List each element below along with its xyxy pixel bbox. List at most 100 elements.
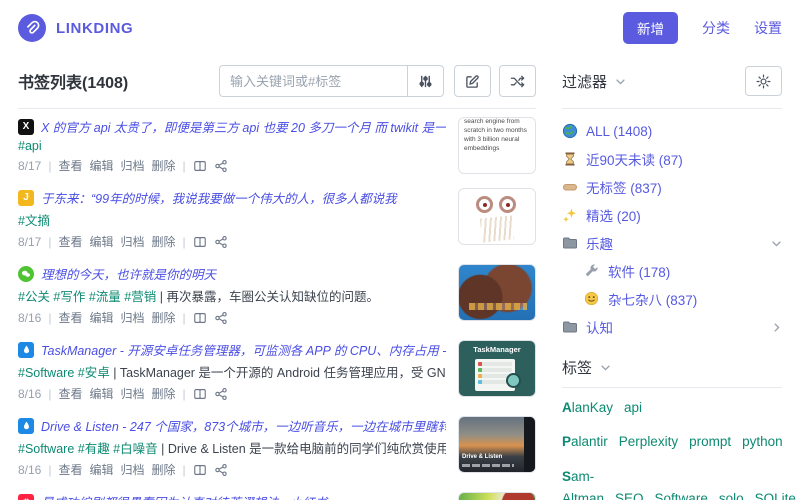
archive-link[interactable]: 归档: [121, 461, 145, 478]
archive-link[interactable]: 归档: [121, 385, 145, 402]
tag-link[interactable]: Sam-Altman: [562, 469, 604, 500]
delete-link[interactable]: 删除: [152, 385, 176, 402]
bookmark-tags[interactable]: #文摘: [18, 214, 50, 228]
brand-name: LINKDING: [56, 19, 134, 37]
tag-link[interactable]: Software: [655, 491, 708, 500]
tag-link[interactable]: SEO: [615, 491, 644, 500]
search-input[interactable]: [219, 65, 407, 97]
tag-link[interactable]: Perplexity: [619, 434, 678, 449]
wrench-icon: [584, 263, 600, 279]
edit-link[interactable]: 编辑: [90, 309, 114, 326]
page-title: 书签列表(1408): [18, 75, 129, 92]
edit-link[interactable]: 编辑: [90, 233, 114, 250]
bookmark-thumbnail[interactable]: [458, 264, 536, 321]
bulk-edit-button[interactable]: [454, 65, 491, 97]
no-tag-icon: [562, 179, 578, 195]
x-favicon: X: [18, 118, 34, 135]
tag-link[interactable]: Palantir: [562, 434, 608, 449]
bookmark-thumbnail[interactable]: search engine from scratch in two months…: [458, 117, 536, 174]
bookmark-thumbnail[interactable]: [458, 492, 536, 500]
bookmark-title-link[interactable]: 理想的今天，也许就是你的明天: [41, 264, 446, 283]
bookmark-tags[interactable]: #Software #有趣 #白噪音: [18, 442, 158, 456]
bookmark-item: X X 的官方 api 太贵了，即便是第三方 api 也要 20 多刀一个月 而…: [18, 109, 536, 180]
archive-link[interactable]: 归档: [121, 157, 145, 174]
chevron-down-icon[interactable]: [600, 362, 611, 373]
delete-link[interactable]: 删除: [152, 233, 176, 250]
nav-settings[interactable]: 设置: [754, 18, 782, 38]
bookmark-title-link[interactable]: Drive & Listen - 247 个国家，873个城市，一边听音乐，一边…: [41, 416, 446, 435]
view-link[interactable]: 查看: [58, 385, 82, 402]
linkding-logo[interactable]: LINKDING: [18, 14, 133, 42]
xiaohongshu-favicon: 书: [18, 493, 34, 500]
view-link[interactable]: 查看: [58, 233, 82, 250]
share-icon[interactable]: [214, 235, 228, 249]
bookmark-list: X X 的官方 api 太贵了，即便是第三方 api 也要 20 多刀一个月 而…: [18, 109, 536, 500]
tag-link[interactable]: prompt: [689, 434, 731, 449]
bookmark-title-link[interactable]: 最成功编剧都很愚蠢因为认真对待荒谬想法 - 小红书: [41, 492, 446, 500]
filter-folder-software[interactable]: 软件 (178): [562, 257, 782, 285]
random-shuffle-button[interactable]: [499, 65, 536, 97]
reader-view-icon[interactable]: [193, 387, 207, 401]
site-favicon: J: [18, 189, 34, 206]
archive-link[interactable]: 归档: [121, 233, 145, 250]
share-icon[interactable]: [214, 463, 228, 477]
add-bookmark-button[interactable]: 新增: [623, 12, 678, 44]
tag-group: AlanKay api: [562, 397, 782, 419]
tag-link[interactable]: SQLite: [755, 491, 796, 500]
reader-view-icon[interactable]: [193, 235, 207, 249]
filter-folder-fun[interactable]: 乐趣: [562, 229, 782, 257]
tag-link[interactable]: AlanKay: [562, 400, 613, 415]
filter-folder-misc[interactable]: 杂七杂八 (837): [562, 285, 782, 313]
bookmark-title-link[interactable]: 于东来：“99年的时候，我说我要做一个伟大的人，很多人都说我: [41, 188, 446, 207]
share-icon[interactable]: [214, 387, 228, 401]
filter-unread-90d[interactable]: 近90天未读 (87): [562, 145, 782, 173]
view-link[interactable]: 查看: [58, 461, 82, 478]
bookmark-date: 8/17: [18, 234, 42, 249]
delete-link[interactable]: 删除: [152, 309, 176, 326]
tag-link[interactable]: solo: [719, 491, 744, 500]
tag-link[interactable]: api: [624, 400, 642, 415]
tag-link[interactable]: python: [742, 434, 783, 449]
nav-bundles[interactable]: 分类: [702, 18, 730, 38]
chevron-down-icon[interactable]: [771, 238, 782, 249]
bookmark-tags[interactable]: #api: [18, 139, 42, 153]
search-options-button[interactable]: [407, 65, 444, 97]
filter-settings-button[interactable]: [745, 66, 782, 96]
bookmark-date: 8/17: [18, 158, 42, 173]
bookmark-description: | 再次暴露，车圈公关认知缺位的问题。: [159, 290, 379, 304]
filter-untagged[interactable]: 无标签 (837): [562, 173, 782, 201]
filters-title: 过滤器: [562, 73, 608, 91]
bookmark-thumbnail[interactable]: [458, 188, 536, 245]
chevron-right-icon[interactable]: [771, 322, 782, 333]
paperclip-logo-icon: [18, 14, 46, 42]
edit-link[interactable]: 编辑: [90, 461, 114, 478]
edit-link[interactable]: 编辑: [90, 385, 114, 402]
bookmark-tags[interactable]: #Software #安卓: [18, 366, 110, 380]
chevron-down-icon[interactable]: [615, 76, 626, 87]
view-link[interactable]: 查看: [58, 157, 82, 174]
bookmark-title-link[interactable]: TaskManager - 开源安卓任务管理器，可监测各 APP 的 CPU、内…: [41, 340, 446, 359]
filter-starred[interactable]: 精选 (20): [562, 201, 782, 229]
delete-link[interactable]: 删除: [152, 157, 176, 174]
bookmark-thumbnail[interactable]: TaskManager: [458, 340, 536, 397]
reader-view-icon[interactable]: [193, 463, 207, 477]
bookmark-date: 8/16: [18, 462, 42, 477]
share-icon[interactable]: [214, 311, 228, 325]
filter-all[interactable]: ALL (1408): [562, 117, 782, 145]
bookmark-date: 8/16: [18, 310, 42, 325]
appinn-favicon: [18, 341, 34, 358]
reader-view-icon[interactable]: [193, 159, 207, 173]
wechat-favicon: [18, 265, 34, 282]
shuffle-icon: [510, 74, 525, 89]
filter-folder-cognition[interactable]: 认知: [562, 313, 782, 341]
archive-link[interactable]: 归档: [121, 309, 145, 326]
bookmark-title-link[interactable]: X 的官方 api 太贵了，即便是第三方 api 也要 20 多刀一个月 而 t…: [41, 117, 446, 136]
share-icon[interactable]: [214, 159, 228, 173]
bookmark-thumbnail[interactable]: Drive & Listen: [458, 416, 536, 473]
edit-link[interactable]: 编辑: [90, 157, 114, 174]
bookmark-tags[interactable]: #公关 #写作 #流量 #营销: [18, 290, 156, 304]
filter-list: ALL (1408) 近90天未读 (87) 无标签 (837) 精选 (20): [562, 117, 782, 341]
view-link[interactable]: 查看: [58, 309, 82, 326]
delete-link[interactable]: 删除: [152, 461, 176, 478]
reader-view-icon[interactable]: [193, 311, 207, 325]
